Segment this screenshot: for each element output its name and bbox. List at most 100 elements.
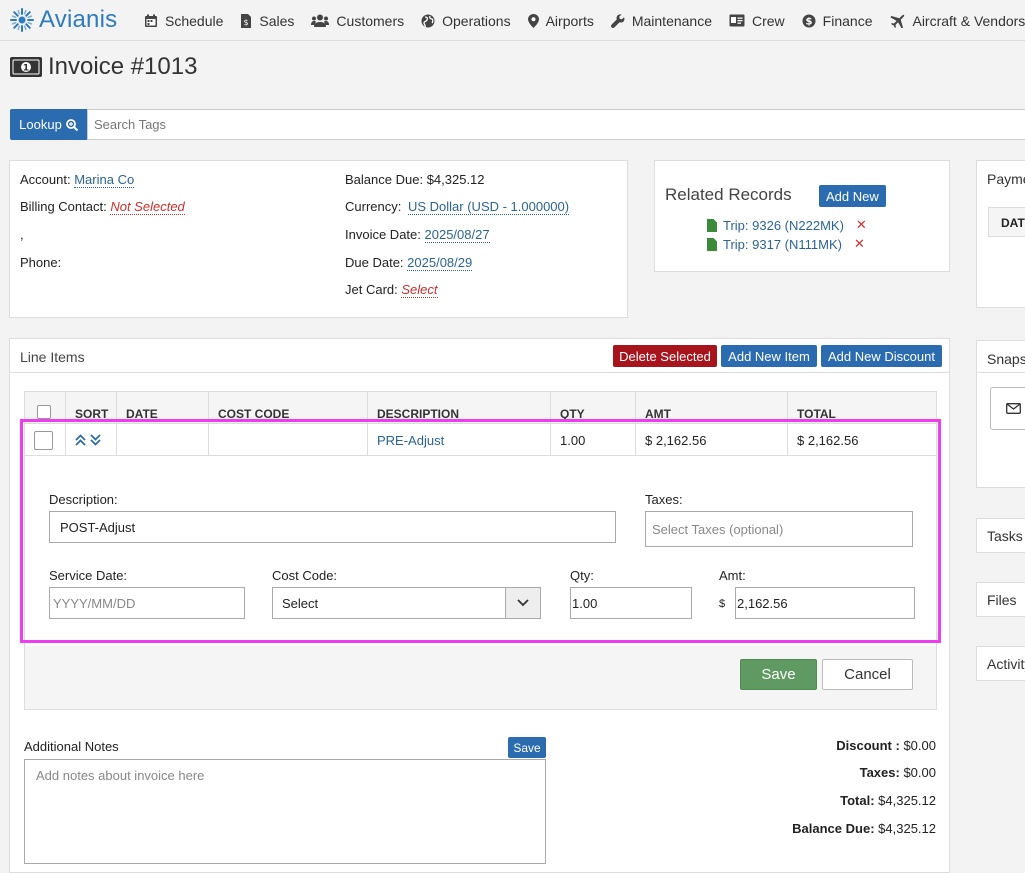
- col-date[interactable]: DATE: [116, 392, 208, 424]
- nav-crew[interactable]: Crew: [729, 13, 785, 29]
- add-new-discount-button[interactable]: Add New Discount: [821, 345, 942, 367]
- balance-due-row: Balance Due: $4,325.12: [345, 172, 485, 187]
- svg-text:$: $: [244, 18, 249, 27]
- nav-schedule-label: Schedule: [165, 12, 224, 29]
- row-total: $ 2,162.56: [787, 424, 938, 456]
- col-cost-code[interactable]: COST CODE: [208, 392, 367, 424]
- total-label: Total:: [840, 793, 875, 808]
- currency-label: Currency:: [345, 199, 402, 214]
- billing-contact-label: Billing Contact:: [20, 199, 107, 214]
- row-cost-code: [208, 424, 367, 456]
- line-items-header: Line Items Delete Selected Add New Item …: [10, 339, 949, 373]
- related-record-link[interactable]: Trip: 9326 (N222MK): [723, 218, 844, 233]
- col-amt[interactable]: AMT: [635, 392, 787, 424]
- account-link[interactable]: Marina Co: [74, 172, 135, 188]
- currency-link[interactable]: US Dollar (USD - 1.000000): [407, 199, 570, 215]
- related-record-link[interactable]: Trip: 9317 (N111MK): [723, 237, 842, 252]
- brand-name: Avianis: [39, 6, 118, 33]
- balance-due-value: $4,325.12: [426, 172, 485, 187]
- billing-contact-row: Billing Contact: Not Selected: [20, 199, 185, 215]
- nav-airports-label: Airports: [545, 12, 594, 29]
- add-related-button[interactable]: Add New: [819, 185, 886, 207]
- nav-schedule[interactable]: Schedule: [144, 13, 223, 29]
- wrench-icon: [610, 13, 625, 28]
- table-row[interactable]: PRE-Adjust 1.00 $ 2,162.56 $ 2,162.56: [25, 424, 936, 456]
- taxes-total-label: Taxes:: [859, 765, 900, 780]
- search-tags-input[interactable]: [87, 109, 1025, 140]
- line-items-title: Line Items: [20, 349, 85, 365]
- currency-row: Currency: US Dollar (USD - 1.000000): [345, 199, 570, 215]
- save-line-item-button[interactable]: Save: [740, 659, 817, 690]
- col-qty[interactable]: QTY: [550, 392, 635, 424]
- calendar-icon: [145, 14, 157, 27]
- additional-notes-label: Additional Notes: [24, 739, 119, 754]
- files-panel[interactable]: Files: [976, 582, 1025, 617]
- cancel-line-item-button[interactable]: Cancel: [822, 659, 913, 690]
- nav-operations[interactable]: Operations: [421, 13, 511, 29]
- svg-text:1: 1: [23, 64, 29, 74]
- move-down-icon[interactable]: [90, 434, 101, 446]
- activity-panel[interactable]: Activity: [976, 646, 1025, 681]
- lookup-button[interactable]: Lookup: [10, 109, 87, 140]
- grand-total: Total: $4,325.12: [840, 793, 936, 808]
- row-description-link[interactable]: PRE-Adjust: [367, 424, 550, 456]
- nav-maintenance[interactable]: Maintenance: [610, 13, 712, 29]
- balance-due-total-value: $4,325.12: [878, 821, 936, 836]
- jet-card-row: Jet Card: Select: [345, 282, 438, 298]
- invoice-date-link[interactable]: 2025/08/27: [424, 227, 490, 243]
- sun-logo-icon: [10, 8, 34, 32]
- row-qty: 1.00: [550, 424, 635, 456]
- nav-customers[interactable]: Customers: [311, 13, 404, 29]
- file-icon: [707, 218, 717, 232]
- due-date-link[interactable]: 2025/08/29: [407, 255, 473, 271]
- map-pin-icon: [527, 13, 539, 28]
- page-title: Invoice #1013: [48, 53, 198, 80]
- due-date-row: Due Date: 2025/08/29: [345, 255, 473, 271]
- amt-label: Amt:: [719, 568, 746, 583]
- save-notes-button[interactable]: Save: [508, 737, 546, 758]
- col-sort[interactable]: SORT: [65, 392, 116, 424]
- cost-code-select[interactable]: Select: [272, 587, 541, 619]
- related-records-panel: Related Records Add New Trip: 9326 (N222…: [654, 160, 950, 272]
- select-all-checkbox[interactable]: [37, 404, 51, 419]
- description-input[interactable]: [49, 511, 616, 543]
- taxes-total-value: $0.00: [903, 765, 936, 780]
- jet-card-link[interactable]: Select: [401, 282, 438, 298]
- brand-logo[interactable]: Avianis: [9, 6, 117, 34]
- nav-sales[interactable]: $ Sales: [240, 13, 294, 29]
- account-row: Account: Marina Co: [20, 172, 135, 188]
- billing-contact-link[interactable]: Not Selected: [110, 199, 185, 215]
- row-sort-cell: [65, 424, 116, 456]
- discount-label: Discount :: [836, 738, 900, 753]
- email-snapshot-button[interactable]: [990, 387, 1025, 430]
- add-new-item-button[interactable]: Add New Item: [721, 345, 817, 367]
- qty-label: Qty:: [570, 568, 594, 583]
- amt-input[interactable]: [735, 587, 915, 619]
- tasks-panel[interactable]: Tasks: [976, 518, 1025, 553]
- taxes-select[interactable]: [645, 511, 913, 547]
- row-checkbox[interactable]: [34, 430, 53, 450]
- related-records-title: Related Records: [665, 185, 792, 204]
- file-dollar-icon: $: [241, 13, 252, 28]
- delete-selected-button[interactable]: Delete Selected: [613, 345, 717, 367]
- line-items-table: SORT DATE COST CODE DESCRIPTION QTY AMT …: [24, 391, 937, 710]
- nav-menu: Schedule $ Sales Customers Operations Ai…: [144, 0, 1025, 41]
- remove-related-icon[interactable]: ✕: [854, 236, 865, 252]
- taxes-label: Taxes:: [645, 492, 683, 507]
- service-date-input[interactable]: [49, 587, 245, 619]
- nav-aircraft-vendors[interactable]: Aircraft & Vendors: [889, 13, 1025, 29]
- qty-input[interactable]: [570, 587, 692, 619]
- files-title: Files: [987, 591, 1017, 608]
- line-items-panel: Line Items Delete Selected Add New Item …: [9, 338, 950, 873]
- col-description[interactable]: DESCRIPTION: [367, 392, 550, 424]
- additional-notes-textarea[interactable]: [24, 759, 546, 864]
- account-label: Account:: [20, 172, 71, 187]
- remove-related-icon[interactable]: ✕: [856, 217, 867, 233]
- move-up-icon[interactable]: [75, 434, 86, 446]
- nav-finance[interactable]: $ Finance: [802, 13, 872, 29]
- nav-airports[interactable]: Airports: [527, 12, 594, 29]
- dollar-circle-icon: $: [802, 14, 816, 27]
- col-total[interactable]: TOTAL: [787, 392, 938, 424]
- nav-sales-label: Sales: [259, 12, 295, 29]
- select-all-cell: [25, 392, 65, 424]
